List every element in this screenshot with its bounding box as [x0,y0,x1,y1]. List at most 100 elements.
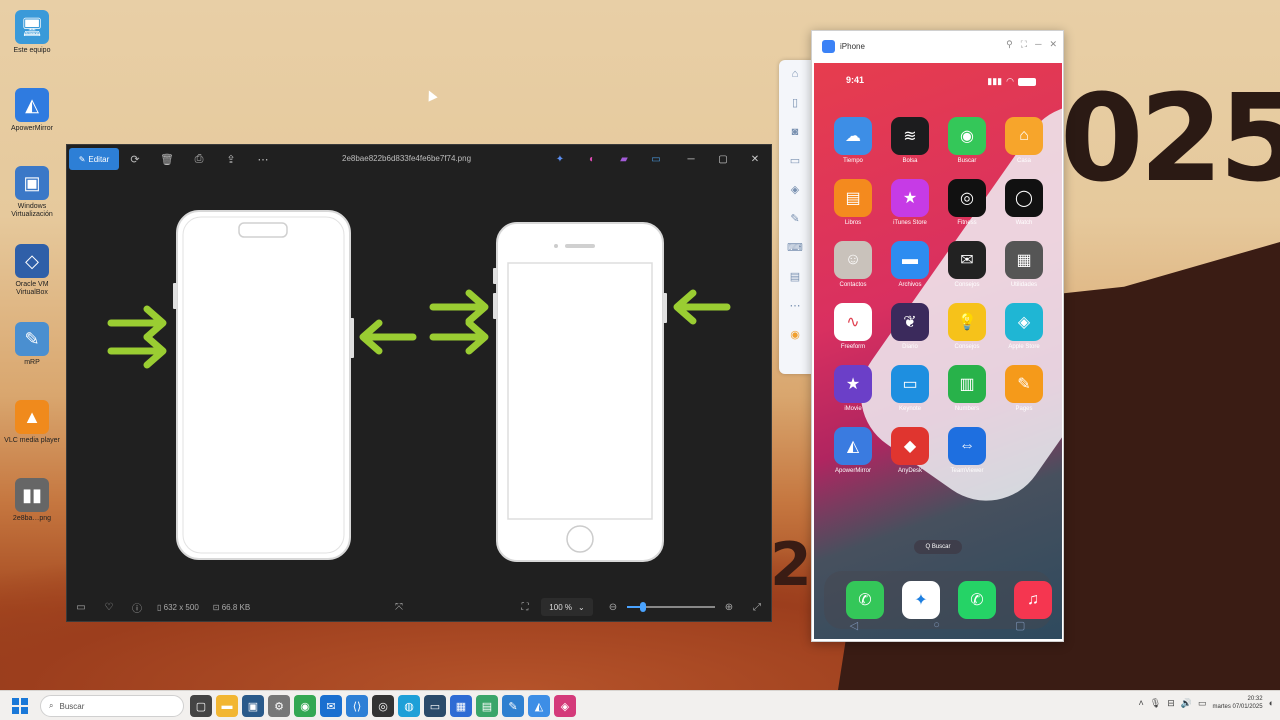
zoom-in-icon[interactable]: ⊕ [715,602,743,613]
maximize-button[interactable]: ▢ [707,149,739,169]
taskbar-search[interactable]: ⌕ Buscar [40,695,184,717]
record-icon[interactable]: ▭ [779,147,811,176]
chevron-up-icon[interactable]: ˄ [1139,698,1144,708]
more-options-button[interactable]: ⋯ [247,148,279,170]
fullscreen-icon[interactable]: ⛶ [1021,39,1027,50]
app-icon[interactable]: ★ iTunes Store [887,179,933,226]
app-icon[interactable]: ★ iMovie [830,365,876,412]
camera-icon[interactable]: ◙ [779,118,811,147]
desktop-icon[interactable]: ▣ Windows Virtualización [2,162,62,240]
back-icon[interactable]: ◁ [850,619,858,632]
battery-icon[interactable]: ▭ [1198,698,1207,709]
zoom-out-icon[interactable]: ⊖ [599,602,627,613]
help-icon[interactable]: ◉ [779,321,811,350]
app-icon[interactable]: 💡 Consejos [944,303,990,350]
zoom-slider-thumb[interactable] [639,602,646,612]
app-icon[interactable]: ◎ Fitness [944,179,990,226]
taskbar-obs-icon[interactable]: ◎ [372,695,394,717]
app-icon[interactable]: ⇔ TeamViewer [944,427,990,474]
desktop-icon[interactable]: ◇ Oracle VM VirtualBox [2,240,62,318]
app-icon[interactable]: ▬ Archivos [887,241,933,288]
info-icon[interactable]: ⓘ [123,600,151,615]
taskbar-notes-icon[interactable]: ▤ [476,695,498,717]
taskbar-monitor-icon[interactable]: ▭ [424,695,446,717]
app-icon[interactable]: ▭ Keynote [887,365,933,412]
app-icon[interactable]: ◉ Buscar [944,117,990,164]
app-icon[interactable]: ◯ Watch [1001,179,1047,226]
app-icon[interactable]: ❦ Diario [887,303,933,350]
taskbar-task-view-icon[interactable]: ▢ [190,695,212,717]
screenshot-icon[interactable]: ◈ [779,176,811,205]
network-icon[interactable]: ⊟ [1167,698,1175,709]
taskbar-outlook-icon[interactable]: ✉ [320,695,342,717]
iphone-screen[interactable]: 9:41 ▮▮▮ ◠ ☁ Tiempo ≋ Bolsa ◉ Buscar ⌂ Casa ▤ Lib… [814,63,1062,639]
taskbar-terminal-icon[interactable]: ▣ [242,695,264,717]
ios-time: 9:41 [846,75,865,85]
crop-view-icon[interactable]: ⛶ [511,602,539,613]
minimize-button[interactable]: ─ [675,149,707,169]
keyboard-icon[interactable]: ⌨ [779,234,811,263]
minimize-button[interactable]: ─ [1035,39,1041,50]
taskbar-apowermirror-icon[interactable]: ◭ [528,695,550,717]
volume-icon[interactable]: 🔊 [1181,698,1192,709]
print-button[interactable]: ⎙ [183,148,215,170]
taskbar-vscode-icon[interactable]: ⟨⟩ [346,695,368,717]
home-circle-icon[interactable]: ○ [933,619,940,631]
ai-edit-icon[interactable]: ✦ [545,151,575,167]
fit-icon[interactable]: ⤧ [385,602,413,613]
taskbar-clock[interactable]: 20:32 martes 07/01/2025 [1213,695,1263,711]
desktop-icon[interactable]: ◭ ApowerMirror [2,84,62,162]
app-icon[interactable]: ∿ Freeform [830,303,876,350]
app-icon[interactable]: ◆ AnyDesk [887,427,933,474]
edit-button[interactable]: ✎ Editar [69,148,119,170]
app-icon[interactable]: ≋ Bolsa [887,117,933,164]
app-icon[interactable]: ☺ Contactos [830,241,876,288]
desktop-icon[interactable]: ▲ VLC media player [2,396,62,474]
taskbar-settings-icon[interactable]: ⚙ [268,695,290,717]
microphone-icon[interactable]: 🎙 [1150,698,1161,709]
home-icon[interactable]: ⌂ [779,60,811,89]
desktop-icon[interactable]: ✎ mRP [2,318,62,396]
effects-icon[interactable]: ▰ [609,151,639,167]
more-icon[interactable]: ⋯ [779,292,811,321]
erase-icon[interactable]: ◐ [577,151,607,167]
desktop-icon[interactable]: 🖥 Este equipo [2,6,62,84]
app-icon[interactable]: ⌂ Casa [1001,117,1047,164]
taskbar-chrome-icon[interactable]: ◉ [294,695,316,717]
taskbar-photos-icon[interactable]: ◈ [554,695,576,717]
zoom-slider[interactable] [627,602,715,612]
app-icon[interactable]: ◈ Apple Store [1001,303,1047,350]
windows-start-icon[interactable] [12,698,28,714]
pin-icon[interactable]: ⚲ [1006,39,1013,50]
notification-icon[interactable]: ◐ [1269,698,1274,708]
share-button[interactable]: ⇪ [215,148,247,170]
app-icon[interactable]: ▦ Utilidades [1001,241,1047,288]
app-icon[interactable]: ◭ ApowerMirror [830,427,876,474]
app-icon[interactable]: ▥ Numbers [944,365,990,412]
app-icon[interactable]: ☁ Tiempo [830,117,876,164]
close-button[interactable]: ✕ [1049,39,1057,50]
app-icon[interactable]: ✉ Consejos [944,241,990,288]
taskbar-app-grid-icon[interactable]: ▦ [450,695,472,717]
app-icon[interactable]: ▤ Libros [830,179,876,226]
recents-icon[interactable]: ▢ [1015,619,1025,632]
file-icon[interactable]: ▤ [779,263,811,292]
whiteboard-icon[interactable]: ✎ [779,205,811,234]
taskbar-paint-icon[interactable]: ✎ [502,695,524,717]
phone-icon[interactable]: ▯ [779,89,811,118]
app-icon[interactable]: ✎ Pages [1001,365,1047,412]
taskbar-file-explorer-icon[interactable]: ▬ [216,695,238,717]
background-icon[interactable]: ▭ [641,151,671,167]
fullscreen-icon[interactable]: ⤢ [743,602,771,613]
desktop-icon[interactable]: ▮▮ 2e8ba…png [2,474,62,552]
filmstrip-icon[interactable]: ▭ [67,602,95,613]
taskbar-edge-icon[interactable]: ◍ [398,695,420,717]
close-button[interactable]: ✕ [739,149,771,169]
delete-button[interactable]: 🗑 [151,148,183,170]
spotlight-search-pill[interactable]: Q Buscar [914,540,962,554]
favorite-icon[interactable]: ♡ [95,602,123,613]
zoom-select[interactable]: 100 % ⌄ [541,598,593,616]
filesize-text: ⊡ 66.8 KB [212,602,251,612]
wallpaper-year-text: 025 [1060,70,1280,209]
rotate-button[interactable]: ⟳ [119,148,151,170]
